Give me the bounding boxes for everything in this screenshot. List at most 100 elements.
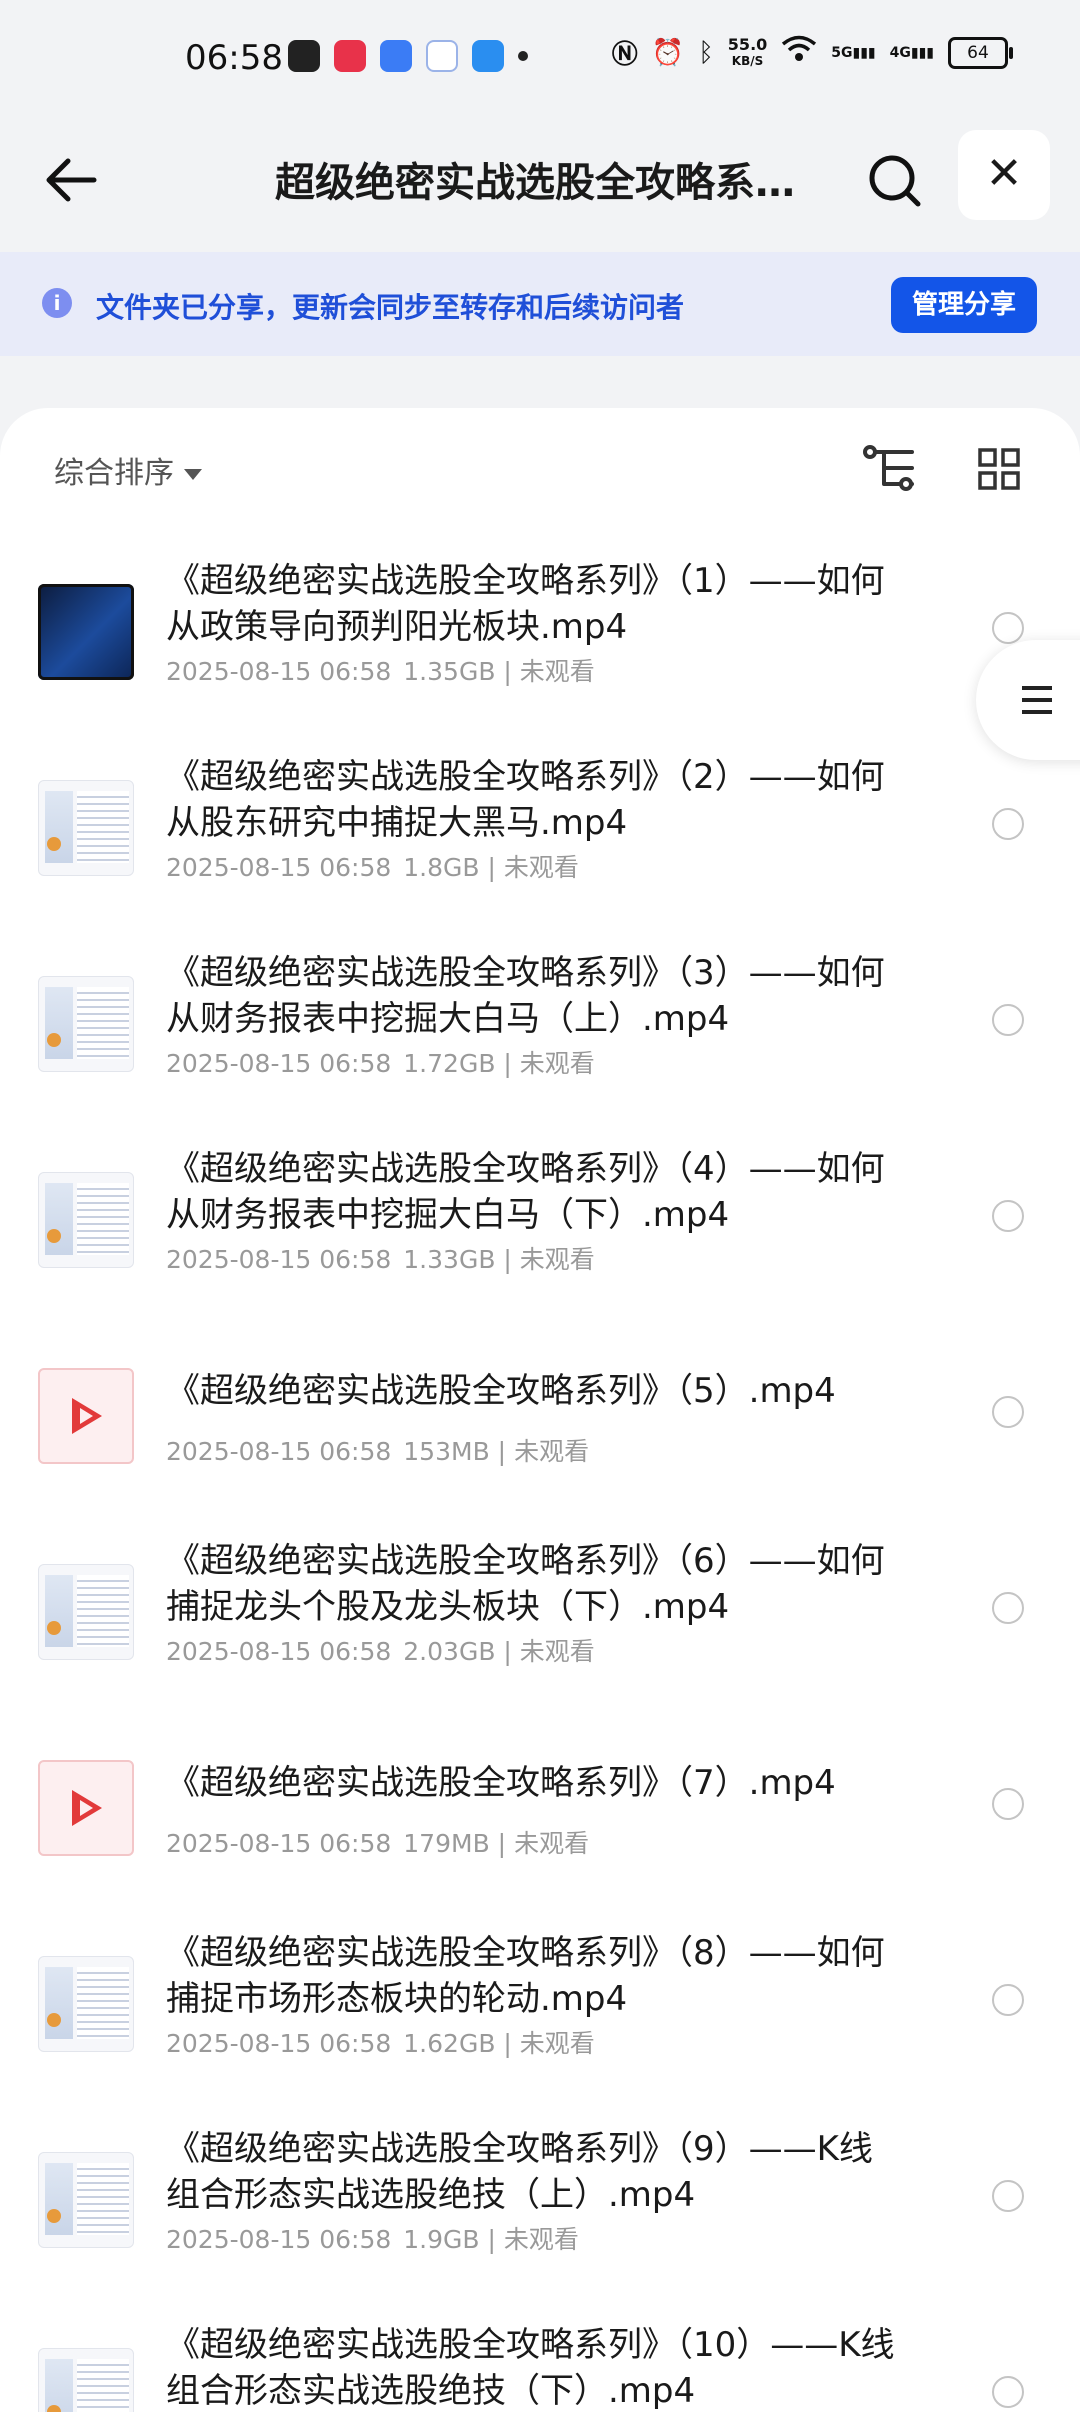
- select-radio[interactable]: [992, 2180, 1024, 2212]
- separator: |: [495, 1637, 520, 1666]
- wifi-icon: [781, 35, 817, 70]
- file-date: 2025-08-15 06:58: [166, 1637, 392, 1666]
- alarm-icon: ⏰: [651, 37, 685, 68]
- watch-status: 未观看: [503, 853, 579, 882]
- arrow-left-icon: [46, 158, 97, 202]
- app-notification-icon: [380, 40, 412, 72]
- net-speed-unit: KB/S: [731, 53, 764, 68]
- file-date: 2025-08-15 06:58: [166, 1437, 392, 1466]
- select-radio[interactable]: [992, 2376, 1024, 2408]
- close-button[interactable]: ✕: [958, 130, 1050, 220]
- file-meta: 2025-08-15 06:58 1.8GB | 未观看: [166, 848, 579, 884]
- app-notification-icon: [334, 40, 366, 72]
- select-radio[interactable]: [992, 1788, 1024, 1820]
- video-thumbnail: [38, 1564, 134, 1660]
- separator: |: [495, 657, 520, 686]
- select-radio[interactable]: [992, 808, 1024, 840]
- app-notification-icon: [288, 40, 320, 72]
- file-date: 2025-08-15 06:58: [166, 1049, 392, 1078]
- close-icon: ✕: [985, 148, 1023, 199]
- file-size: 1.33GB: [403, 1245, 496, 1274]
- file-row[interactable]: 《超级绝密实战选股全攻略系列》（2）——如何从股东研究中捕捉大黑马.mp4 202…: [0, 724, 1080, 920]
- info-icon: i: [42, 288, 72, 318]
- manage-share-button[interactable]: 管理分享: [891, 277, 1037, 333]
- file-meta: 2025-08-15 06:58 2.03GB | 未观看: [166, 1632, 595, 1668]
- watch-status: 未观看: [519, 2029, 595, 2058]
- nfc-icon: Ⓝ: [611, 40, 638, 70]
- search-icon: [869, 155, 921, 207]
- file-date: 2025-08-15 06:58: [166, 2029, 392, 2058]
- file-date: 2025-08-15 06:58: [166, 657, 392, 686]
- page-title: 超级绝密实战选股全攻略系…: [275, 160, 795, 206]
- grid-view-button[interactable]: [978, 448, 1020, 490]
- file-row[interactable]: 《超级绝密实战选股全攻略系列》（7）.mp4 2025-08-15 06:58 17…: [0, 1704, 1080, 1900]
- watch-status: 未观看: [519, 1049, 595, 1078]
- file-date: 2025-08-15 06:58: [166, 1829, 392, 1858]
- watch-status: 未观看: [514, 1829, 590, 1858]
- top-app-bar: 超级绝密实战选股全攻略系… ✕: [0, 120, 1080, 252]
- video-thumbnail: [38, 2348, 134, 2412]
- file-date: 2025-08-15 06:58: [166, 2225, 392, 2254]
- grid-icon: [978, 448, 1020, 490]
- sort-dropdown[interactable]: 综合排序: [54, 448, 202, 492]
- file-name: 《超级绝密实战选股全攻略系列》（2）——如何从股东研究中捕捉大黑马.mp4: [166, 757, 885, 843]
- watch-status: 未观看: [514, 1437, 590, 1466]
- file-name: 《超级绝密实战选股全攻略系列》（1）——如何从政策导向预判阳光板块.mp4: [166, 561, 885, 647]
- menu-icon: [1022, 686, 1052, 690]
- file-row[interactable]: 《超级绝密实战选股全攻略系列》（9）——K线组合形态实战选股绝技（上）.mp4 2…: [0, 2096, 1080, 2292]
- separator: |: [495, 1049, 520, 1078]
- separator: |: [489, 1437, 515, 1466]
- tree-view-button[interactable]: [862, 444, 916, 492]
- notification-icons: [288, 40, 528, 72]
- file-name: 《超级绝密实战选股全攻略系列》（8）——如何捕捉市场形态板块的轮动.mp4: [166, 1933, 885, 2019]
- search-button[interactable]: [862, 148, 928, 214]
- select-radio[interactable]: [992, 1004, 1024, 1036]
- select-radio[interactable]: [992, 612, 1024, 644]
- file-row[interactable]: 《超级绝密实战选股全攻略系列》（3）——如何从财务报表中挖掘大白马（上）.mp4…: [0, 920, 1080, 1116]
- video-thumbnail: [38, 976, 134, 1072]
- file-size: 2.03GB: [403, 1637, 496, 1666]
- file-row[interactable]: 《超级绝密实战选股全攻略系列》（6）——如何捕捉龙头个股及龙头板块（下）.mp4…: [0, 1508, 1080, 1704]
- separator: |: [479, 853, 504, 882]
- file-size: 1.62GB: [403, 2029, 496, 2058]
- file-name: 《超级绝密实战选股全攻略系列》（4）——如何从财务报表中挖掘大白马（下）.mp4: [166, 1149, 885, 1235]
- tree-structure-icon: [863, 445, 914, 491]
- file-size: 1.72GB: [403, 1049, 496, 1078]
- file-name: 《超级绝密实战选股全攻略系列》（3）——如何从财务报表中挖掘大白马（上）.mp4: [166, 953, 885, 1039]
- select-radio[interactable]: [992, 1592, 1024, 1624]
- file-row[interactable]: 《超级绝密实战选股全攻略系列》（8）——如何捕捉市场形态板块的轮动.mp4 202…: [0, 1900, 1080, 2096]
- file-row[interactable]: 《超级绝密实战选股全攻略系列》（10）——K线组合形态实战选股绝技（下）.mp4…: [0, 2292, 1080, 2412]
- system-icons: Ⓝ ⏰ ᛒ 55.0 KB/S 5G▮▮▮ 4G▮▮▮ 64: [611, 34, 1013, 71]
- watch-status: 未观看: [503, 2225, 579, 2254]
- app-notification-icon: [426, 40, 458, 72]
- select-radio[interactable]: [992, 1396, 1024, 1428]
- share-notice-banner: i 文件夹已分享，更新会同步至转存和后续访问者 管理分享: [0, 252, 1080, 356]
- file-meta: 2025-08-15 06:58 1.72GB | 未观看: [166, 1044, 595, 1080]
- video-thumbnail: [38, 1956, 134, 2052]
- app-notification-icon: [472, 40, 504, 72]
- video-thumbnail: [38, 2152, 134, 2248]
- file-name: 《超级绝密实战选股全攻略系列》（9）——K线组合形态实战选股绝技（上）.mp4: [166, 2129, 873, 2215]
- file-size: 1.35GB: [403, 657, 496, 686]
- back-button[interactable]: [40, 148, 104, 212]
- file-name: 《超级绝密实战选股全攻略系列》（7）.mp4: [166, 1763, 836, 1803]
- video-file-icon: [38, 1760, 134, 1856]
- file-name: 《超级绝密实战选股全攻略系列》（6）——如何捕捉龙头个股及龙头板块（下）.mp4: [166, 1541, 885, 1627]
- file-row[interactable]: 《超级绝密实战选股全攻略系列》（1）——如何从政策导向预判阳光板块.mp4 202…: [0, 528, 1080, 724]
- select-radio[interactable]: [992, 1200, 1024, 1232]
- watch-status: 未观看: [519, 657, 595, 686]
- file-row[interactable]: 《超级绝密实战选股全攻略系列》（5）.mp4 2025-08-15 06:58 15…: [0, 1312, 1080, 1508]
- share-notice-text: 文件夹已分享，更新会同步至转存和后续访问者: [96, 291, 685, 324]
- battery-icon: 64: [948, 36, 1013, 69]
- file-size: 179MB: [403, 1829, 490, 1858]
- file-meta: 2025-08-15 06:58 179MB | 未观看: [166, 1824, 589, 1860]
- file-meta: 2025-08-15 06:58 1.35GB | 未观看: [166, 652, 595, 688]
- status-bar: 06:58 Ⓝ ⏰ ᛒ 55.0 KB/S 5G▮▮▮ 4G▮▮▮ 64: [0, 0, 1080, 120]
- file-name: 《超级绝密实战选股全攻略系列》（5）.mp4: [166, 1371, 836, 1411]
- file-row[interactable]: 《超级绝密实战选股全攻略系列》（4）——如何从财务报表中挖掘大白马（下）.mp4…: [0, 1116, 1080, 1312]
- file-size: 1.8GB: [403, 853, 480, 882]
- separator: |: [495, 1245, 520, 1274]
- status-time: 06:58: [185, 38, 283, 78]
- select-radio[interactable]: [992, 1984, 1024, 2016]
- more-dot-icon: [518, 51, 528, 61]
